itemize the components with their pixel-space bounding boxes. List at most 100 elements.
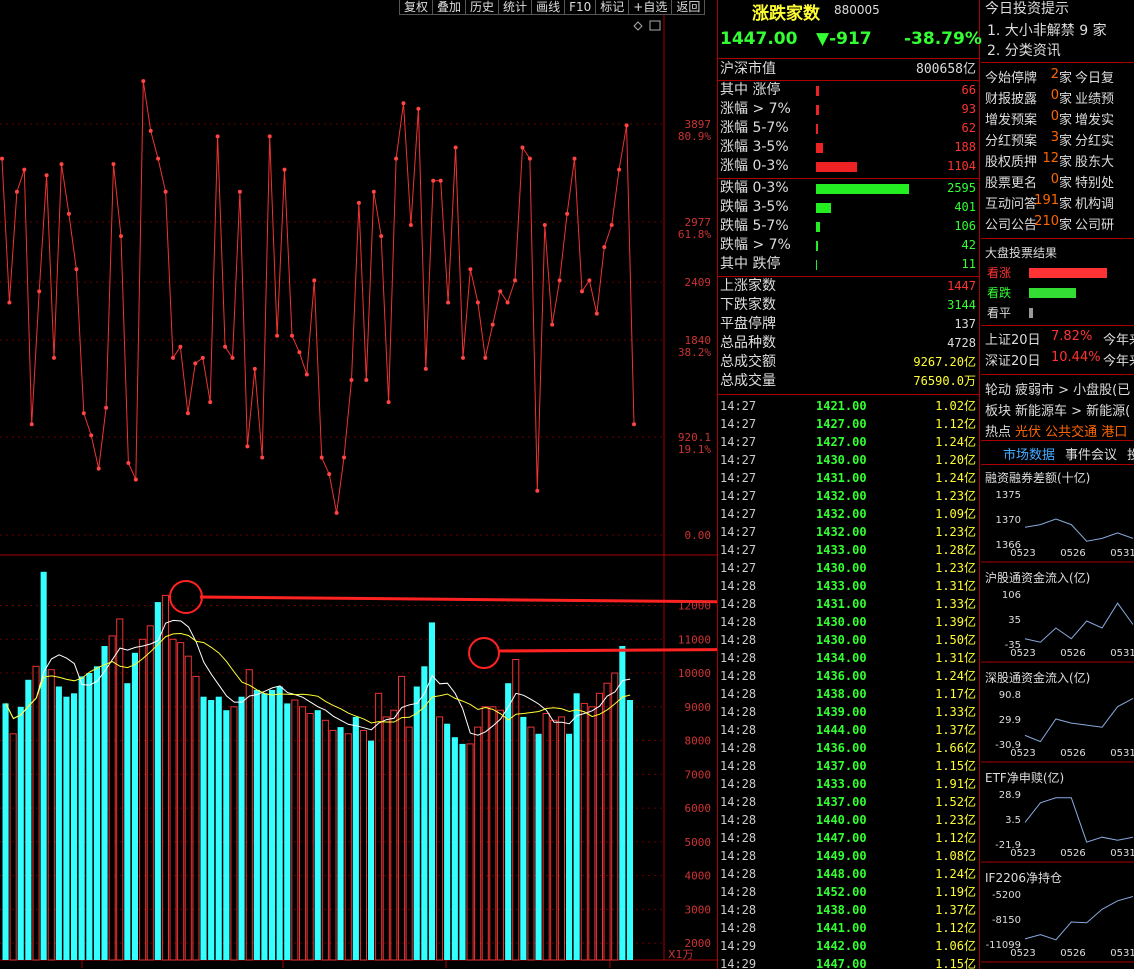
diamond-icon (633, 21, 643, 31)
toolbar-button[interactable]: 叠加 (432, 0, 467, 15)
mini-y-label: 90.8 (999, 690, 1021, 701)
data-point (290, 333, 294, 338)
tick-row[interactable]: 14:27 1421.00 1.02亿 (718, 397, 980, 415)
tick-time: 14:28 (720, 741, 757, 755)
data-point (237, 189, 242, 194)
volume-bar-up (177, 642, 185, 961)
event-label[interactable]: 今始停牌 (985, 67, 1037, 86)
event-label[interactable]: 互动问答 (985, 193, 1037, 212)
tick-row[interactable]: 14:28 1430.00 1.39亿 (718, 613, 980, 631)
tick-row[interactable]: 14:27 1430.00 1.23亿 (718, 559, 980, 577)
tick-row[interactable]: 14:28 1439.00 1.33亿 (718, 703, 980, 721)
volume-bar-up (481, 706, 489, 961)
tick-price: 1440.00 (816, 813, 867, 827)
tick-row[interactable]: 14:27 1432.00 1.09亿 (718, 505, 980, 523)
toolbar-button[interactable]: 历史 (465, 0, 500, 15)
event-label[interactable]: 增发预案 (985, 109, 1037, 128)
tab-2[interactable]: 投 (1127, 444, 1134, 463)
event-label[interactable]: 增发实 (1075, 109, 1114, 128)
tick-price: 1447.00 (816, 831, 867, 845)
volume-bar-down (276, 686, 283, 960)
tip-item[interactable]: 2. 分类资讯 (987, 40, 1061, 60)
tick-row[interactable]: 14:28 1440.00 1.23亿 (718, 811, 980, 829)
toolbar-button[interactable]: +自选 (628, 0, 673, 15)
tick-amount: 1.23亿 (935, 813, 976, 827)
event-label[interactable]: 股东大 (1075, 151, 1114, 170)
event-count: 191 (1034, 193, 1059, 208)
tick-row[interactable]: 14:28 1448.00 1.24亿 (718, 865, 980, 883)
advance-row: 涨幅 0-3% 1104 (718, 157, 980, 176)
event-label[interactable]: 特别处 (1075, 172, 1114, 191)
event-unit: 家 (1059, 155, 1073, 170)
event-label[interactable]: 股票更名 (985, 172, 1037, 191)
tab-0[interactable]: 市场数据 (1003, 444, 1055, 463)
volume-bar-up (116, 618, 124, 961)
toolbar-button[interactable]: 统计 (498, 0, 533, 15)
toolbar-button[interactable]: 复权 (399, 0, 434, 15)
tick-row[interactable]: 14:29 1447.00 1.15亿 (718, 955, 980, 969)
tick-row[interactable]: 14:28 1438.00 1.37亿 (718, 901, 980, 919)
volume-bar-down (368, 740, 375, 960)
vote-label: 看涨 (987, 266, 1012, 280)
event-label[interactable]: 分红实 (1075, 130, 1114, 149)
event-label[interactable]: 分红预案 (985, 130, 1037, 149)
breadth-line-series (0, 79, 636, 515)
tick-row[interactable]: 14:28 1441.00 1.12亿 (718, 919, 980, 937)
data-point (408, 223, 413, 227)
theme-text[interactable]: 疲弱市 > 小盘股(已 (1015, 379, 1130, 398)
tick-row[interactable]: 14:27 1431.00 1.24亿 (718, 469, 980, 487)
tick-row[interactable]: 14:28 1444.00 1.37亿 (718, 721, 980, 739)
tick-row[interactable]: 14:28 1437.00 1.15亿 (718, 757, 980, 775)
tick-row[interactable]: 14:29 1442.00 1.06亿 (718, 937, 980, 955)
toolbar-button[interactable]: 画线 (531, 0, 566, 15)
y-pct-label: 80.9% (678, 130, 711, 143)
theme-text[interactable]: 新能源车 > 新能源( (1015, 400, 1130, 419)
event-label[interactable]: 财报披露 (985, 88, 1037, 107)
data-point (156, 156, 161, 161)
event-label[interactable]: 公司公告 (985, 214, 1037, 233)
data-point (431, 178, 436, 183)
tick-row[interactable]: 14:28 1449.00 1.08亿 (718, 847, 980, 865)
advance-row: 涨幅 5-7% 62 (718, 119, 980, 138)
tick-amount: 1.15亿 (935, 759, 976, 773)
tick-row[interactable]: 14:28 1447.00 1.12亿 (718, 829, 980, 847)
data-point (133, 477, 138, 482)
tick-row[interactable]: 14:27 1427.00 1.12亿 (718, 415, 980, 433)
tick-row[interactable]: 14:28 1434.00 1.31亿 (718, 649, 980, 667)
data-point (119, 234, 123, 239)
tip-item[interactable]: 1. 大小非解禁 9 家 (987, 20, 1107, 40)
event-label[interactable]: 今日复 (1075, 67, 1114, 86)
data-point (542, 223, 547, 227)
tick-row[interactable]: 14:27 1427.00 1.24亿 (718, 433, 980, 451)
tick-row[interactable]: 14:27 1433.00 1.28亿 (718, 541, 980, 559)
tick-row[interactable]: 14:27 1432.00 1.23亿 (718, 523, 980, 541)
tick-row[interactable]: 14:28 1437.00 1.52亿 (718, 793, 980, 811)
tick-row[interactable]: 14:28 1433.00 1.91亿 (718, 775, 980, 793)
toolbar-button[interactable]: F10 (564, 0, 597, 15)
data-point (461, 355, 465, 360)
event-label[interactable]: 股权质押 (985, 151, 1037, 170)
tick-row[interactable]: 14:27 1432.00 1.23亿 (718, 487, 980, 505)
event-label[interactable]: 公司研 (1075, 214, 1114, 233)
chart-toolbar: 复权 叠加 历史 统计 画线 F10 标记 +自选 返回 (399, 0, 706, 15)
tick-row[interactable]: 14:28 1431.00 1.33亿 (718, 595, 980, 613)
toolbar-button[interactable]: 返回 (671, 0, 706, 15)
tick-row[interactable]: 14:28 1436.00 1.66亿 (718, 739, 980, 757)
decline-row: 跌幅 5-7% 106 (718, 217, 980, 236)
main-chart[interactable]: 3897297724091840920.10.0080.9%61.8%38.2%… (0, 0, 717, 969)
tick-row[interactable]: 14:27 1430.00 1.20亿 (718, 451, 980, 469)
theme-text[interactable]: 光伏 公共交通 港口 (1015, 421, 1127, 440)
row-value: 62 (961, 121, 976, 135)
tick-row[interactable]: 14:28 1436.00 1.24亿 (718, 667, 980, 685)
tick-row[interactable]: 14:28 1433.00 1.31亿 (718, 577, 980, 595)
tick-amount: 1.37亿 (935, 723, 976, 737)
tick-row[interactable]: 14:28 1430.00 1.50亿 (718, 631, 980, 649)
volume-bar-up (245, 669, 253, 961)
event-label[interactable]: 业绩预 (1075, 88, 1114, 107)
event-count: 3 (1050, 130, 1059, 145)
tick-row[interactable]: 14:28 1438.00 1.17亿 (718, 685, 980, 703)
toolbar-button[interactable]: 标记 (595, 0, 630, 15)
tick-row[interactable]: 14:28 1452.00 1.19亿 (718, 883, 980, 901)
tab-1[interactable]: 事件会议 (1065, 444, 1117, 463)
event-label[interactable]: 机构调 (1075, 193, 1114, 212)
